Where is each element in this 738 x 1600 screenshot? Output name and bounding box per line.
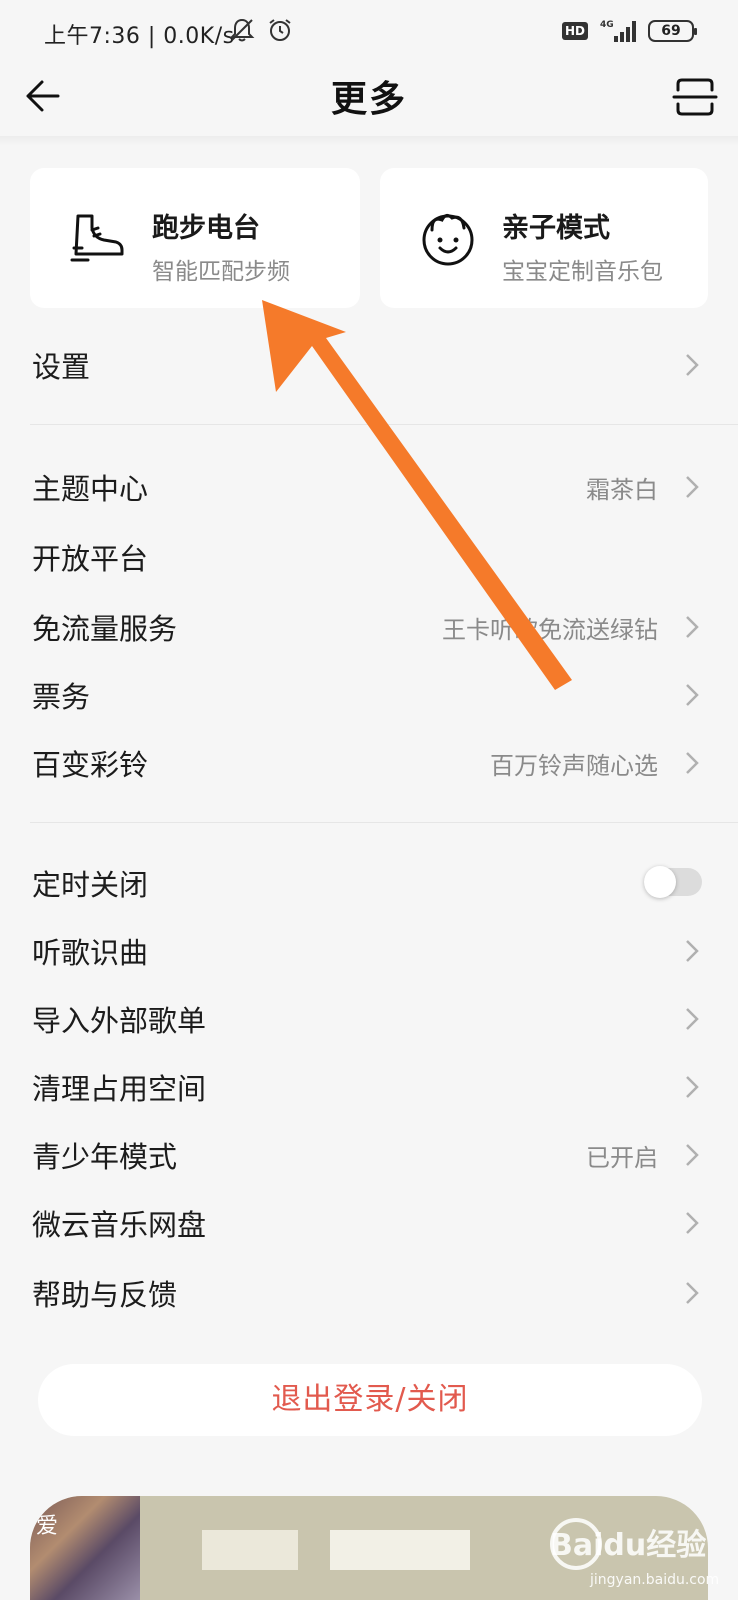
hd-badge: HD	[561, 22, 588, 40]
theme-center-row[interactable]: 主题中心 霜茶白	[30, 456, 710, 516]
chevron-right-icon	[686, 1008, 699, 1030]
blurred-title	[202, 1530, 298, 1570]
chevron-right-icon	[686, 1144, 699, 1166]
mute-bell-icon	[229, 18, 255, 42]
row-value: 霜茶白	[586, 476, 658, 504]
import-playlist-row[interactable]: 导入外部歌单	[30, 988, 710, 1048]
row-value: 王卡听歌免流送绿钻	[442, 616, 658, 644]
cloud-drive-row[interactable]: 微云音乐网盘	[30, 1192, 710, 1252]
song-recognition-row[interactable]: 听歌识曲	[30, 920, 710, 980]
sleep-timer-row: 定时关闭	[30, 852, 710, 912]
chevron-right-icon	[686, 616, 699, 638]
scan-icon[interactable]	[672, 74, 718, 120]
row-value: 百万铃声随心选	[490, 752, 658, 780]
sleep-timer-toggle[interactable]	[644, 866, 702, 898]
chevron-right-icon	[686, 1076, 699, 1098]
chevron-right-icon	[686, 684, 699, 706]
free-data-row[interactable]: 免流量服务 王卡听歌免流送绿钻	[30, 596, 710, 656]
row-label: 主题中心	[32, 472, 149, 506]
watermark-sub: jingyan.baidu.com	[590, 1572, 720, 1588]
row-label: 票务	[32, 680, 91, 714]
network-label: 4G	[600, 20, 614, 30]
row-label: 百变彩铃	[32, 748, 149, 782]
row-label: 帮助与反馈	[32, 1278, 178, 1312]
help-feedback-row[interactable]: 帮助与反馈	[30, 1262, 710, 1322]
clear-storage-row[interactable]: 清理占用空间	[30, 1056, 710, 1116]
row-value: 已开启	[586, 1144, 658, 1172]
card-title: 跑步电台	[152, 213, 260, 244]
top-nav: 更多	[0, 62, 738, 136]
open-platform-row[interactable]: 开放平台	[30, 526, 710, 586]
row-label: 设置	[32, 350, 91, 384]
logout-button[interactable]: 退出登录/关闭	[38, 1364, 702, 1436]
card-subtitle: 智能匹配步频	[152, 259, 290, 285]
row-label: 免流量服务	[32, 612, 178, 646]
teen-mode-row[interactable]: 青少年模式 已开启	[30, 1124, 710, 1184]
toggle-knob	[644, 866, 676, 898]
battery-icon: 69	[648, 20, 697, 42]
row-label: 导入外部歌单	[32, 1004, 207, 1038]
status-time: 上午7:36 | 0.0K/s	[44, 24, 235, 49]
tickets-row[interactable]: 票务	[30, 664, 710, 724]
chevron-right-icon	[686, 476, 699, 498]
cover-text: 爱	[36, 1514, 59, 1539]
chevron-right-icon	[686, 1212, 699, 1234]
page-title: 更多	[330, 79, 407, 120]
status-icons	[228, 16, 294, 44]
row-label: 青少年模式	[32, 1140, 178, 1174]
blurred-title	[330, 1530, 470, 1570]
ringtone-row[interactable]: 百变彩铃 百万铃声随心选	[30, 732, 710, 792]
card-subtitle: 宝宝定制音乐包	[502, 259, 663, 285]
divider	[30, 822, 738, 823]
baby-face-icon	[422, 213, 474, 266]
chevron-right-icon	[686, 1282, 699, 1304]
row-label: 听歌识曲	[32, 936, 149, 970]
running-shoe-icon	[70, 214, 124, 262]
chevron-right-icon	[686, 940, 699, 962]
row-label: 开放平台	[32, 542, 149, 576]
running-radio-card[interactable]: 跑步电台 智能匹配步频	[30, 168, 360, 308]
alarm-icon	[269, 19, 291, 41]
chevron-right-icon	[686, 354, 699, 376]
status-bar: 上午7:36 | 0.0K/s HD 4G 69	[0, 0, 738, 62]
status-right: HD 4G 69	[561, 18, 697, 44]
watermark: Baidu经验	[550, 1528, 707, 1563]
album-cover[interactable]: 爱	[30, 1496, 140, 1600]
chevron-right-icon	[686, 752, 699, 774]
signal-icon: 4G	[600, 20, 636, 42]
row-label: 微云音乐网盘	[32, 1208, 207, 1242]
card-title: 亲子模式	[502, 213, 610, 244]
header-shadow	[0, 136, 738, 146]
row-label: 定时关闭	[32, 868, 149, 902]
divider	[30, 424, 738, 425]
row-label: 清理占用空间	[32, 1072, 207, 1106]
settings-row[interactable]: 设置	[30, 334, 710, 394]
kids-mode-card[interactable]: 亲子模式 宝宝定制音乐包	[380, 168, 708, 308]
